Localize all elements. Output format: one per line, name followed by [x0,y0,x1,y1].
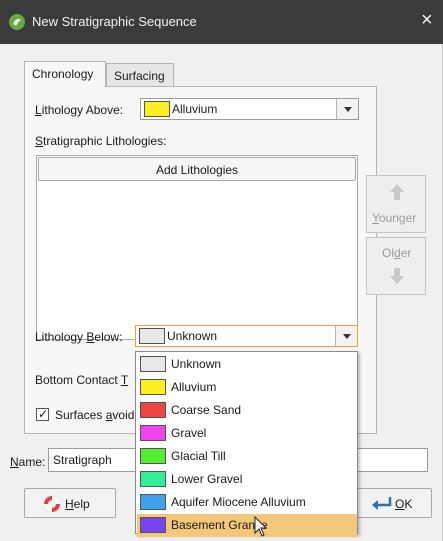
option-label: Gravel [171,426,207,440]
lithology-above-select[interactable]: Alluvium [140,98,359,120]
option-swatch [140,379,166,395]
tab-surfacing[interactable]: Surfacing [106,63,174,87]
close-icon[interactable]: × [421,10,433,30]
tab-surfacing-label: Surfacing [114,69,165,83]
lithologies-list[interactable] [36,155,358,340]
chevron-down-icon[interactable] [336,99,358,119]
add-lithologies-button[interactable]: Add Lithologies [38,157,356,181]
option-label: Unknown [171,357,222,371]
option-label: Glacial Till [171,449,226,463]
chevron-down-icon[interactable] [335,326,357,346]
option-label: Aquifer Miocene Alluvium [171,495,306,509]
dropdown-option-aquifer-miocene-alluvium[interactable]: Aquifer Miocene Alluvium [137,491,357,514]
surfaces-avoid-label: Surfaces avoid [55,408,135,422]
option-swatch [140,356,166,372]
ok-label: OK [395,497,413,511]
option-label: Lower Gravel [171,472,243,486]
check-icon: ✓ [38,407,49,421]
dropdown-option-alluvium[interactable]: Alluvium [137,376,357,399]
tab-chronology[interactable]: Chronology [24,61,106,87]
lithology-above-value: Alluvium [172,102,218,116]
dropdown-option-glacial-till[interactable]: Glacial Till [137,445,357,468]
app-logo-icon [9,14,25,30]
tab-chronology-label: Chronology [32,67,94,81]
arrow-up-icon [390,184,404,200]
dropdown-option-gravel[interactable]: Gravel [137,422,357,445]
help-button[interactable]: Help [24,488,116,518]
lithology-dropdown-list[interactable]: Unknown Alluvium Coarse Sand Gravel Glac… [135,351,358,537]
name-field-value: Stratigraph [53,453,112,467]
option-swatch [140,471,166,487]
option-label: Coarse Sand [171,403,242,417]
option-swatch [140,448,166,464]
option-swatch [140,402,166,418]
surfaces-avoid-checkbox[interactable]: ✓ [36,407,49,421]
stratigraphic-lithologies-label: Stratigraphic Lithologies: [35,134,167,148]
dropdown-option-coarse-sand[interactable]: Coarse Sand [137,399,357,422]
arrow-down-icon [390,268,404,284]
older-button[interactable]: Older [366,237,426,295]
option-label: Alluvium [171,380,217,394]
mouse-pointer-icon [254,516,268,537]
name-label: Name: [10,455,46,469]
dropdown-option-lower-gravel[interactable]: Lower Gravel [137,468,357,491]
lithology-below-label: Lithology Below: [35,330,123,344]
lithology-above-label: Lithology Above: [35,103,124,117]
younger-button[interactable]: Younger [366,175,426,233]
dropdown-option-unknown[interactable]: Unknown [137,353,357,376]
option-swatch [140,517,166,533]
stratigraphic-lithologies-label-rest: tratigraphic Lithologies: [43,134,167,148]
lithology-above-label-rest: ithology Above: [41,103,124,117]
lithology-below-select[interactable]: Unknown [135,325,358,347]
option-swatch [140,494,166,510]
lifebuoy-icon [44,496,60,512]
dropdown-option-basement-granite[interactable]: Basement Granite [137,514,357,537]
option-swatch [140,425,166,441]
lithology-below-swatch [139,328,165,344]
lithology-above-swatch [144,101,170,117]
younger-label: Younger [372,211,417,225]
window-title: New Stratigraphic Sequence [32,14,197,29]
enter-arrow-icon [372,497,392,510]
older-label: Older [382,246,412,260]
lithology-below-value: Unknown [167,329,218,343]
title-bar: New Stratigraphic Sequence × [0,0,443,44]
ok-button[interactable]: OK [356,488,432,518]
bottom-contact-label: Bottom Contact T [35,373,129,387]
help-label: Help [65,497,90,511]
